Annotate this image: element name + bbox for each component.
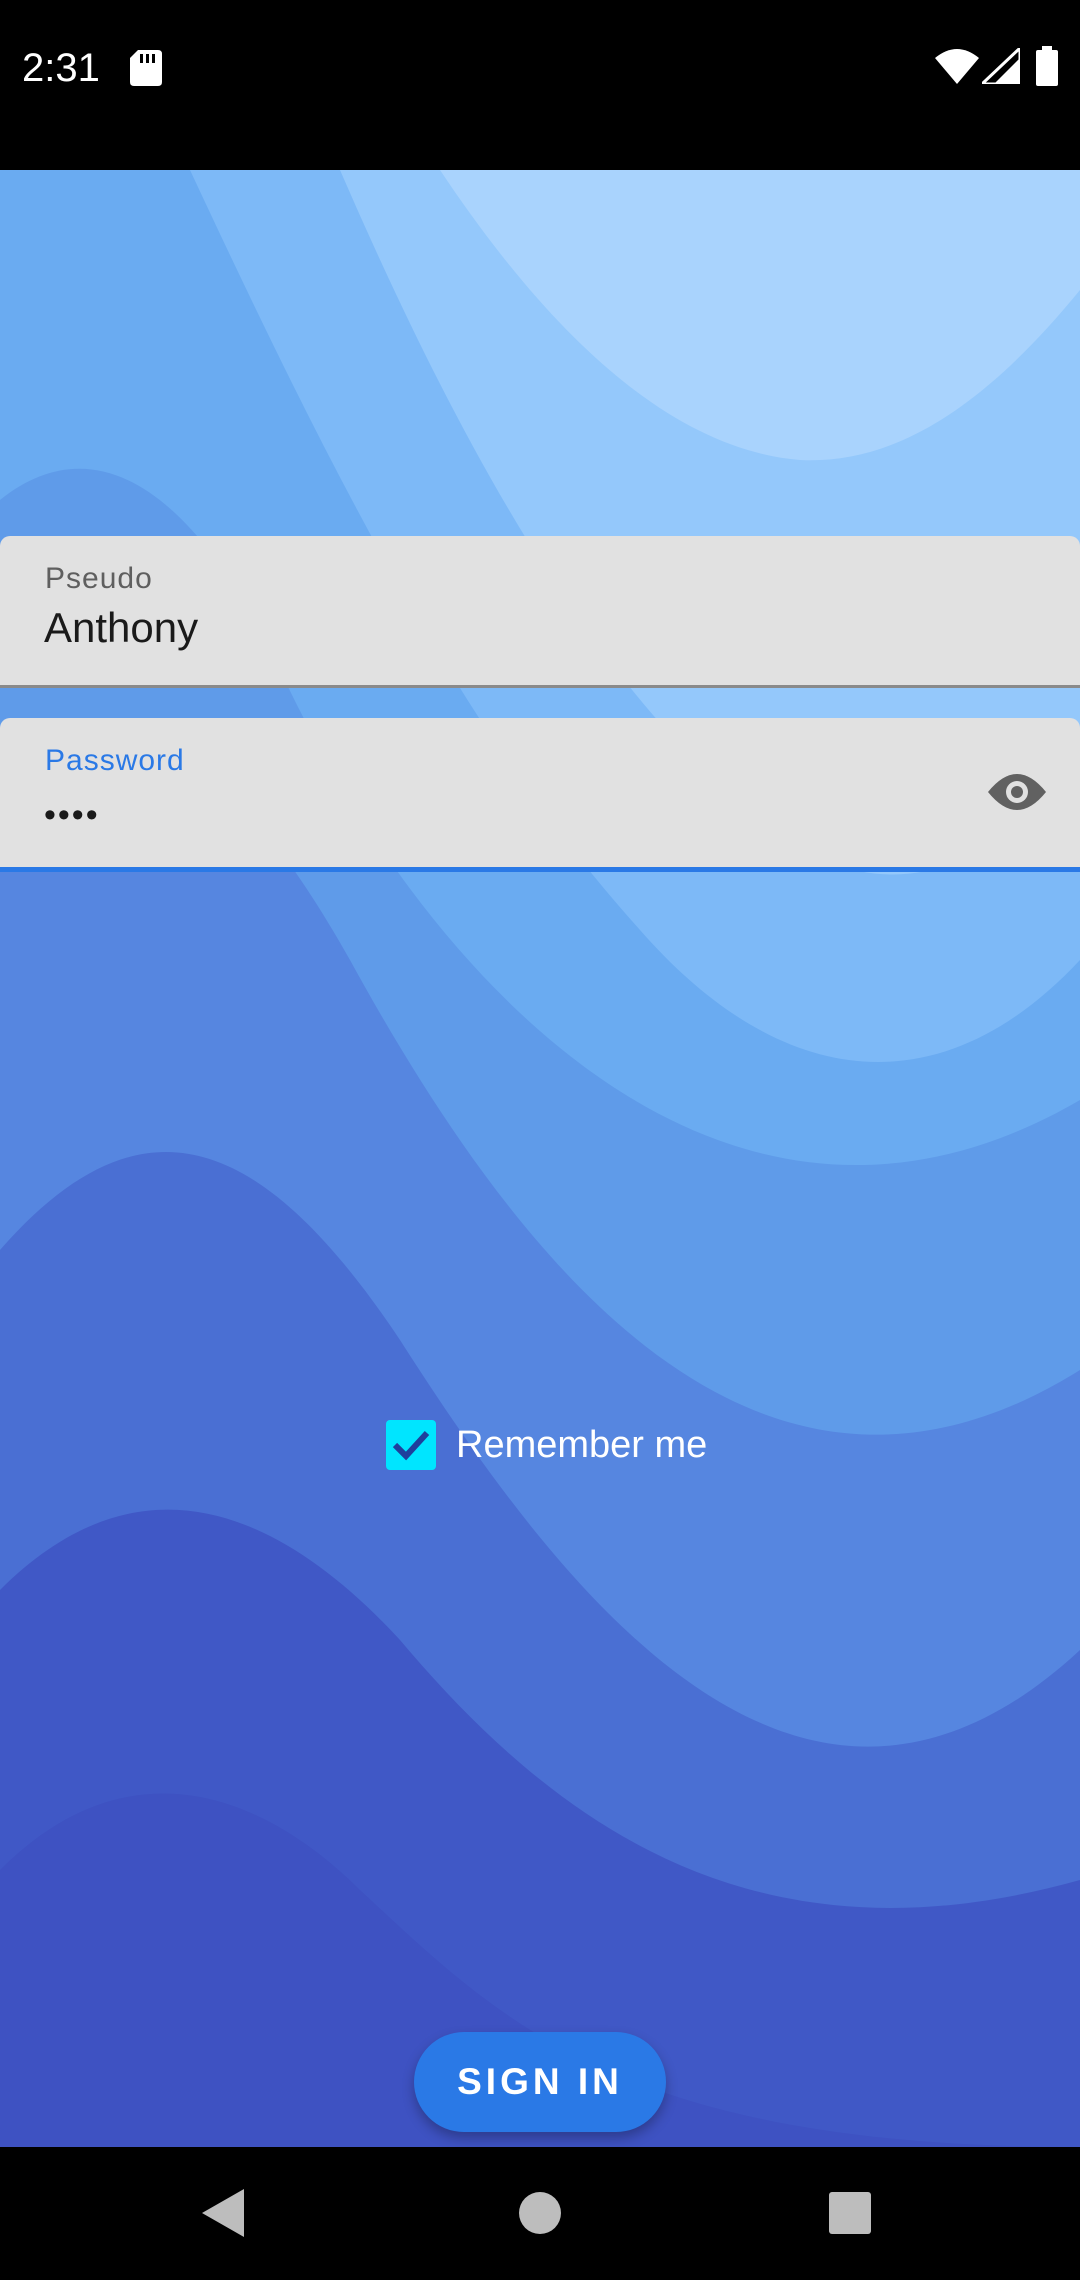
battery-icon — [1036, 46, 1058, 91]
remember-me-label[interactable]: Remember me — [456, 1424, 707, 1467]
home-icon[interactable] — [519, 2192, 561, 2239]
pseudo-label: Pseudo — [45, 562, 153, 595]
password-label: Password — [45, 744, 185, 777]
recents-icon[interactable] — [829, 2192, 871, 2239]
password-input[interactable]: •••• — [44, 796, 100, 835]
remember-me-checkbox[interactable] — [386, 1420, 436, 1470]
check-icon — [392, 1430, 430, 1461]
sign-in-button[interactable]: SIGN IN — [414, 2032, 666, 2132]
status-time: 2:31 — [22, 46, 100, 90]
cell-signal-icon — [978, 44, 1022, 89]
pseudo-field[interactable]: Pseudo Anthony — [0, 536, 1080, 688]
login-screen: 2:31 Pseudo Anthony Password •••• Rememb… — [0, 0, 1080, 2280]
app-content: Pseudo Anthony Password •••• Remember me… — [0, 170, 1080, 2147]
sign-in-label: SIGN IN — [457, 2061, 623, 2102]
pseudo-input[interactable]: Anthony — [44, 604, 198, 652]
wave-background — [0, 170, 1080, 2147]
remember-me-row[interactable]: Remember me — [386, 1417, 707, 1473]
password-field[interactable]: Password •••• — [0, 718, 1080, 872]
sd-card-icon — [130, 50, 162, 91]
back-icon[interactable] — [202, 2189, 244, 2242]
status-bar: 2:31 — [0, 0, 1080, 170]
wifi-icon — [935, 48, 979, 89]
navigation-bar — [0, 2147, 1080, 2280]
eye-icon[interactable] — [986, 770, 1048, 819]
